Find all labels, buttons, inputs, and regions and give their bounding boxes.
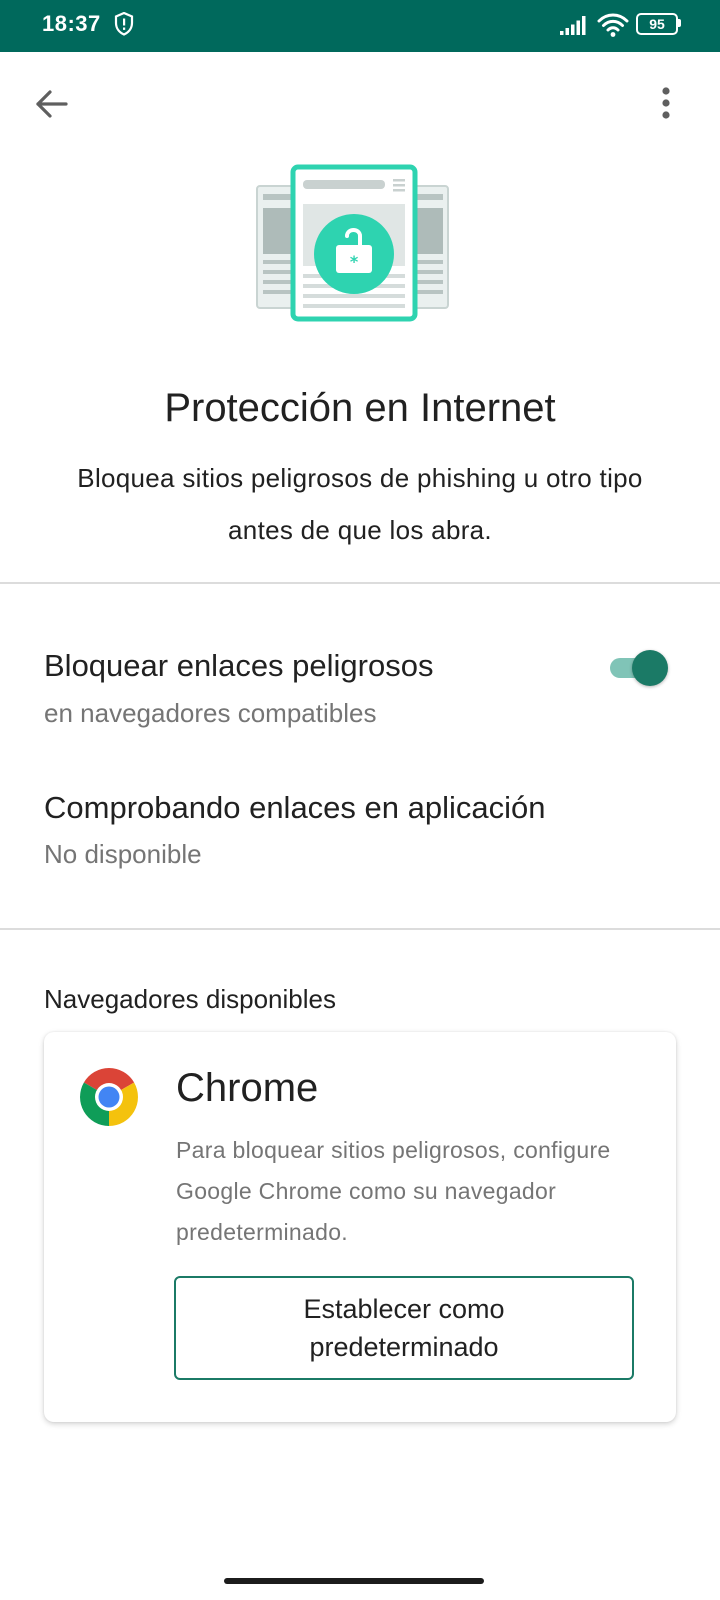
wifi-icon [597,12,629,43]
browser-name: Chrome [176,1066,319,1110]
back-button[interactable] [30,84,74,124]
more-options-button[interactable] [650,84,682,124]
toggle-thumb [632,650,668,686]
battery-icon: 95 [636,13,682,35]
status-bar: 18:37 95 [0,0,720,52]
set-default-button[interactable]: Establecer como predeterminado [174,1276,634,1380]
chrome-logo-icon [78,1066,140,1128]
block-links-toggle[interactable] [608,650,668,686]
web-protection-illustration: * [255,164,450,324]
battery-level: 95 [649,16,665,32]
setting-subtitle: No disponible [44,839,202,869]
svg-text:*: * [350,252,359,271]
divider [0,928,720,930]
section-title: Navegadores disponibles [44,984,336,1014]
set-default-button-label: Establecer como predeterminado [303,1294,505,1362]
page-subtitle: Bloquea sitios peligrosos de phishing u … [77,463,643,545]
browser-description: Para bloquear sitios peligrosos, configu… [176,1137,611,1245]
setting-title: Comprobando enlaces en aplicación [44,790,546,825]
gesture-nav-bar[interactable] [224,1578,484,1584]
arrow-left-icon [36,90,68,118]
more-vert-icon [662,87,670,119]
setting-title: Bloquear enlaces peligrosos [44,648,434,683]
shield-alert-icon [114,11,134,41]
divider [0,582,720,584]
browser-card-chrome: Chrome Para bloquear sitios peligrosos, … [44,1032,676,1422]
cell-signal-icon [560,14,590,41]
status-time: 18:37 [42,11,101,36]
page-title: Protección en Internet [164,386,556,430]
setting-subtitle: en navegadores compatibles [44,698,377,728]
